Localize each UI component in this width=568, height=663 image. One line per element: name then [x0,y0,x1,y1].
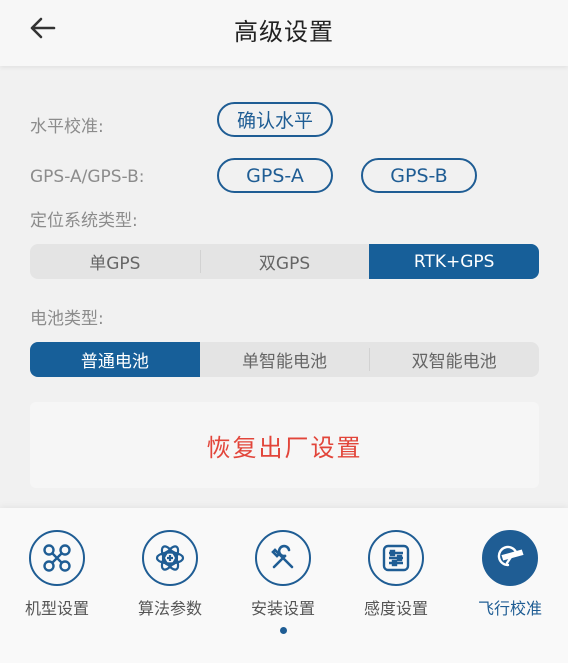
nav-item-install-settings[interactable]: 安装设置 [228,530,338,619]
drone-icon [29,530,85,586]
page-title: 高级设置 [234,18,334,46]
positioning-option-dual-gps[interactable]: 双GPS [199,244,370,279]
positioning-option-rtk-gps[interactable]: RTK+GPS [369,244,539,279]
battery-option-dual-smart[interactable]: 双智能电池 [369,342,539,377]
positioning-option-single-gps[interactable]: 单GPS [30,244,200,279]
nav-item-model-settings[interactable]: 机型设置 [2,530,112,619]
battery-type-label: 电池类型: [30,309,104,329]
nav-item-algorithm-params[interactable]: 算法参数 [115,530,225,619]
nav-label-flight-calibration: 飞行校准 [477,599,542,618]
battery-segmented-control: 普通电池 单智能电池 双智能电池 [30,342,539,377]
nav-item-sensitivity-settings[interactable]: 感度设置 [341,530,451,619]
gps-b-button[interactable]: GPS-B [361,158,477,193]
level-calibration-label: 水平校准: [30,117,104,137]
gps-a-button[interactable]: GPS-A [217,158,333,193]
sliders-icon [368,530,424,586]
tools-icon [255,530,311,586]
plane-calibration-icon [482,530,538,586]
factory-reset-button[interactable]: 恢复出厂设置 [30,402,539,488]
confirm-level-button[interactable]: 确认水平 [217,102,333,137]
nav-label-algorithm-params: 算法参数 [137,599,202,618]
header-bar: 高级设置 [0,0,568,66]
page-indicator-dot [280,627,287,634]
battery-option-single-smart[interactable]: 单智能电池 [200,342,370,377]
algorithm-icon [142,530,198,586]
factory-reset-label: 恢复出厂设置 [206,433,363,462]
nav-label-install-settings: 安装设置 [250,599,315,618]
nav-label-model-settings: 机型设置 [24,599,89,618]
bottom-navigation: 机型设置 算法参数 安装设置 感度设置 飞行校准 [0,508,568,663]
positioning-segmented-control: 单GPS 双GPS RTK+GPS [30,244,539,279]
battery-option-normal[interactable]: 普通电池 [30,342,200,377]
positioning-type-label: 定位系统类型: [30,211,138,231]
gps-select-label: GPS-A/GPS-B: [30,167,145,187]
nav-label-sensitivity-settings: 感度设置 [363,599,428,618]
nav-item-flight-calibration[interactable]: 飞行校准 [455,530,565,619]
